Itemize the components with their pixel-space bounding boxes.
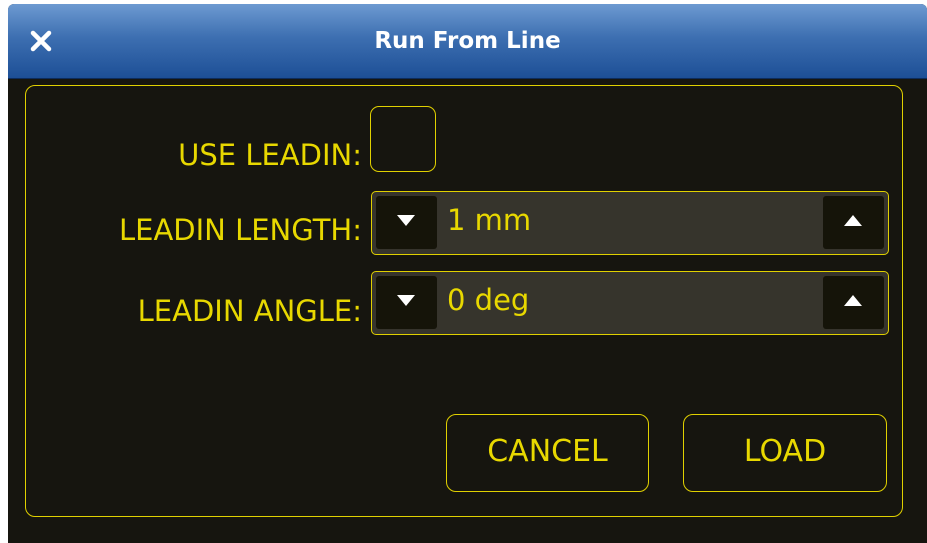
leadin-length-label: LEADIN LENGTH: [118, 213, 362, 247]
leadin-length-increment-button[interactable] [823, 196, 884, 249]
leadin-length-spinbox[interactable]: 1 mm [371, 191, 889, 255]
leadin-angle-value[interactable]: 0 deg [447, 272, 529, 333]
leadin-angle-increment-button[interactable] [823, 276, 884, 329]
leadin-length-decrement-button[interactable] [376, 196, 437, 249]
leadin-angle-spinbox[interactable]: 0 deg [371, 271, 889, 335]
use-leadin-label: USE LEADIN: [178, 138, 362, 172]
triangle-down-icon [397, 215, 415, 226]
leadin-angle-label: LEADIN ANGLE: [137, 294, 362, 328]
close-button[interactable] [24, 24, 58, 58]
triangle-up-icon [844, 215, 862, 226]
window-title: Run From Line [374, 28, 561, 54]
triangle-up-icon [844, 295, 862, 306]
load-button[interactable]: LOAD [683, 414, 887, 492]
use-leadin-checkbox[interactable] [370, 106, 436, 172]
title-bar: Run From Line [8, 4, 927, 79]
triangle-down-icon [397, 295, 415, 306]
leadin-length-value[interactable]: 1 mm [447, 192, 531, 253]
cancel-button[interactable]: CANCEL [446, 414, 649, 492]
leadin-angle-decrement-button[interactable] [376, 276, 437, 329]
close-icon [30, 30, 52, 52]
